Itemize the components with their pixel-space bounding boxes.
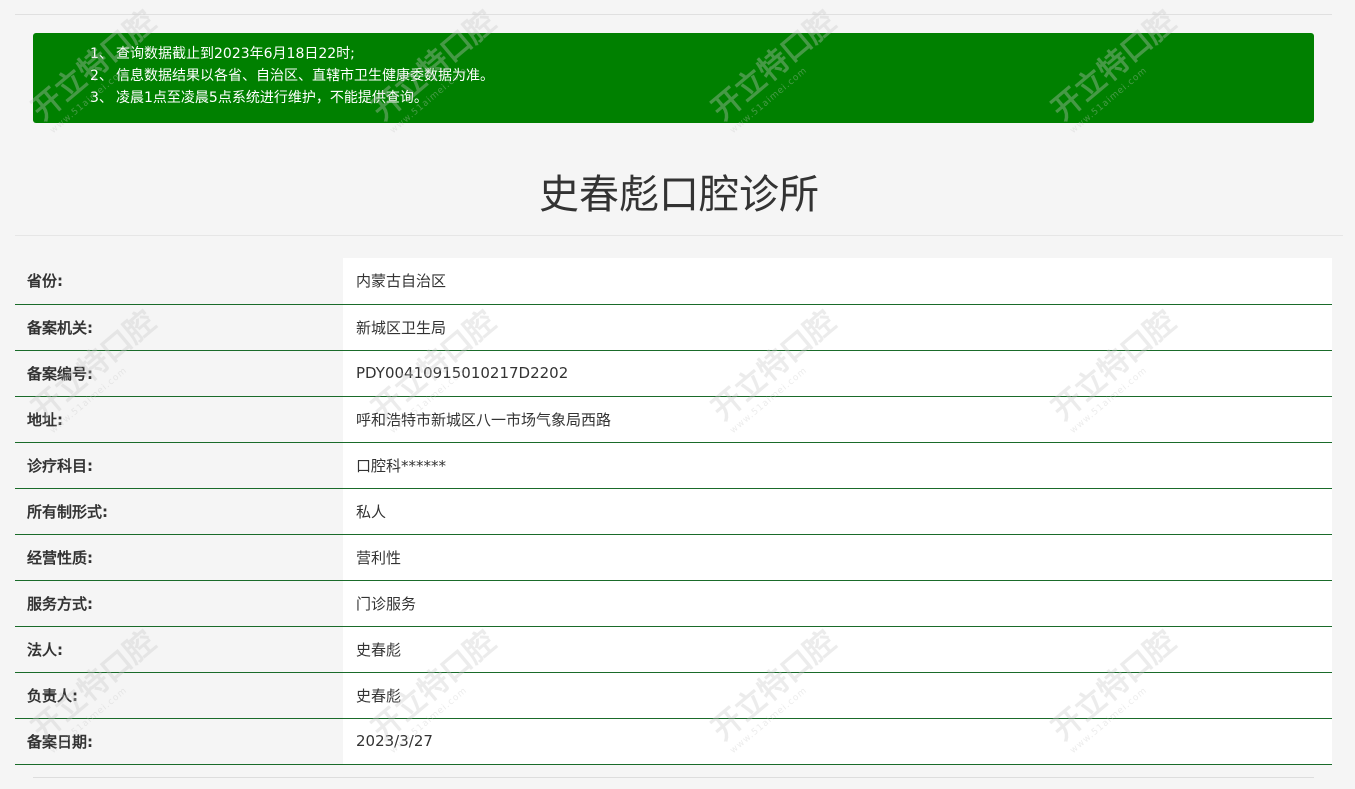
table-row: 地址: 呼和浩特市新城区八一市场气象局西路 (15, 396, 1332, 442)
title-area: 史春彪口腔诊所 (15, 150, 1343, 240)
row-label: 诊疗科目: (15, 442, 343, 488)
table-row: 法人: 史春彪 (15, 626, 1332, 672)
row-label: 地址: (15, 396, 343, 442)
notice-item-number: 1、 (90, 46, 113, 62)
row-label: 备案编号: (15, 350, 343, 396)
table-row: 备案编号: PDY00410915010217D2202 (15, 350, 1332, 396)
top-divider (15, 14, 1332, 15)
notice-item-text: 查询数据截止到2023年6月18日22时; (116, 46, 355, 62)
row-label: 负责人: (15, 672, 343, 718)
notice-item-number: 3、 (90, 90, 113, 106)
row-label: 法人: (15, 626, 343, 672)
table-row: 省份: 内蒙古自治区 (15, 258, 1332, 304)
title-divider (15, 235, 1343, 236)
row-label: 备案日期: (15, 718, 343, 764)
table-row: 备案机关: 新城区卫生局 (15, 304, 1332, 350)
notice-item: 3、 凌晨1点至凌晨5点系统进行维护，不能提供查询。 (90, 87, 1314, 109)
row-value: 口腔科****** (343, 442, 1332, 488)
row-value: 营利性 (343, 534, 1332, 580)
notice-banner: 1、 查询数据截止到2023年6月18日22时; 2、 信息数据结果以各省、自治… (33, 33, 1314, 123)
row-label: 所有制形式: (15, 488, 343, 534)
row-value: 门诊服务 (343, 580, 1332, 626)
row-value: 史春彪 (343, 626, 1332, 672)
notice-item: 1、 查询数据截止到2023年6月18日22时; (90, 43, 1314, 65)
page-title: 史春彪口腔诊所 (539, 172, 819, 218)
row-label: 备案机关: (15, 304, 343, 350)
row-value: 史春彪 (343, 672, 1332, 718)
table-row: 备案日期: 2023/3/27 (15, 718, 1332, 764)
notice-item: 2、 信息数据结果以各省、自治区、直辖市卫生健康委数据为准。 (90, 65, 1314, 87)
row-label: 服务方式: (15, 580, 343, 626)
table-row: 所有制形式: 私人 (15, 488, 1332, 534)
row-value: 新城区卫生局 (343, 304, 1332, 350)
row-value: 呼和浩特市新城区八一市场气象局西路 (343, 396, 1332, 442)
notice-item-text: 凌晨1点至凌晨5点系统进行维护，不能提供查询。 (116, 90, 428, 106)
row-value: PDY00410915010217D2202 (343, 350, 1332, 396)
notice-item-text: 信息数据结果以各省、自治区、直辖市卫生健康委数据为准。 (116, 68, 494, 84)
row-label: 省份: (15, 258, 343, 304)
row-label: 经营性质: (15, 534, 343, 580)
clinic-info-table: 省份: 内蒙古自治区 备案机关: 新城区卫生局 备案编号: PDY0041091… (15, 258, 1332, 765)
table-row: 服务方式: 门诊服务 (15, 580, 1332, 626)
notice-item-number: 2、 (90, 68, 113, 84)
bottom-divider (33, 777, 1314, 778)
row-value: 2023/3/27 (343, 718, 1332, 764)
table-row: 负责人: 史春彪 (15, 672, 1332, 718)
row-value: 私人 (343, 488, 1332, 534)
page: 1、 查询数据截止到2023年6月18日22时; 2、 信息数据结果以各省、自治… (0, 0, 1355, 789)
table-row: 诊疗科目: 口腔科****** (15, 442, 1332, 488)
row-value: 内蒙古自治区 (343, 258, 1332, 304)
table-row: 经营性质: 营利性 (15, 534, 1332, 580)
